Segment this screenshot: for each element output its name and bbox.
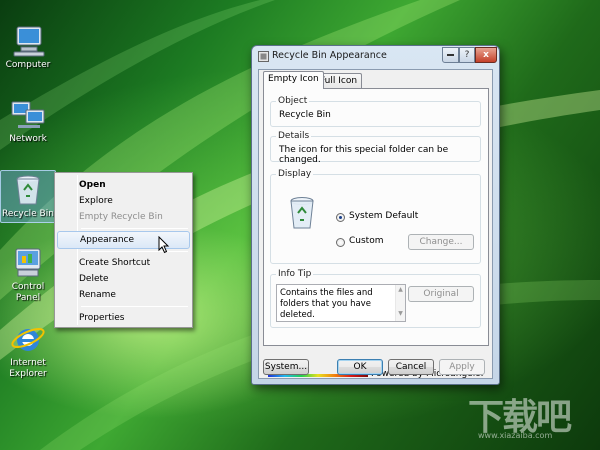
window-app-icon [258, 51, 269, 62]
desktop-icon-internet-explorer[interactable]: Internet Explorer [0, 322, 56, 380]
help-button[interactable]: ? [459, 47, 475, 63]
info-tip-label: Info Tip [276, 269, 314, 279]
window-client-area: Empty Icon Full Icon Object Recycle Bin … [258, 69, 493, 379]
change-button[interactable]: Change... [408, 234, 474, 250]
display-group: Display System Default Custom Change... [270, 169, 481, 264]
custom-label[interactable]: Custom [349, 236, 383, 246]
desktop-icon-label: Control Panel [11, 282, 45, 303]
menu-item-rename[interactable]: Rename [57, 286, 190, 304]
info-tip-scrollbar[interactable]: ▲ ▼ [395, 285, 405, 321]
apply-button[interactable]: Apply [439, 359, 485, 375]
custom-radio[interactable] [336, 238, 345, 247]
system-default-label[interactable]: System Default [349, 211, 418, 221]
menu-item-properties[interactable]: Properties [57, 309, 190, 327]
internet-explorer-icon [11, 327, 45, 351]
recycle-bin-preview-icon [290, 197, 314, 229]
object-value: Recycle Bin [279, 110, 331, 120]
selection-highlight: Recycle Bin [0, 170, 56, 223]
network-icon [11, 101, 45, 128]
scroll-up-icon: ▲ [398, 286, 403, 293]
object-label: Object [276, 96, 310, 106]
window-title: Recycle Bin Appearance [272, 50, 387, 61]
details-group: Details The icon for this special folder… [270, 131, 481, 165]
desktop-icon-network[interactable]: Network [0, 98, 56, 145]
recycle-bin-icon [16, 175, 40, 205]
desktop-icon-label: Internet Explorer [9, 358, 47, 379]
context-menu: Open Explore Empty Recycle Bin Appearanc… [54, 172, 193, 328]
system-default-radio[interactable] [336, 213, 345, 222]
cancel-button[interactable]: Cancel [388, 359, 434, 375]
info-tip-textarea[interactable]: Contains the files and folders that you … [276, 284, 406, 322]
menu-separator [81, 306, 188, 307]
desktop-icon-label: Recycle Bin [2, 209, 54, 219]
computer-icon [13, 26, 45, 57]
tab-panel: Object Recycle Bin Details The icon for … [263, 88, 489, 346]
minimize-icon [447, 53, 454, 56]
details-value: The icon for this special folder can be … [279, 145, 449, 165]
menu-item-appearance[interactable]: Appearance [57, 231, 190, 249]
desktop-icon-computer[interactable]: Computer [0, 24, 56, 71]
menu-separator [81, 228, 188, 229]
minimize-button[interactable] [442, 47, 459, 63]
title-bar[interactable]: Recycle Bin Appearance ? x [252, 46, 499, 66]
desktop-icon-label: Computer [5, 60, 51, 70]
close-button[interactable]: x [475, 47, 497, 63]
object-group: Object Recycle Bin [270, 96, 481, 127]
site-watermark-url: www.xiazaiba.com [478, 431, 553, 440]
ok-button[interactable]: OK [337, 359, 383, 375]
original-button[interactable]: Original [408, 286, 474, 302]
mouse-cursor-icon [158, 236, 170, 254]
info-tip-text: Contains the files and folders that you … [280, 288, 373, 320]
scroll-down-icon: ▼ [398, 310, 403, 317]
recycle-bin-appearance-window: Recycle Bin Appearance ? x Empty Icon Fu… [251, 45, 500, 385]
info-tip-group: Info Tip Contains the files and folders … [270, 269, 481, 328]
menu-separator [81, 251, 188, 252]
system-button[interactable]: System... [263, 359, 309, 375]
help-icon: ? [464, 50, 470, 60]
menu-item-empty-recycle-bin[interactable]: Empty Recycle Bin [57, 208, 190, 226]
display-label: Display [276, 169, 314, 179]
close-icon: x [483, 50, 489, 60]
desktop-icon-recycle-bin[interactable]: Recycle Bin [0, 170, 56, 223]
desktop-icon-control-panel[interactable]: Control Panel [0, 246, 56, 304]
control-panel-icon [15, 248, 41, 277]
tab-empty-icon[interactable]: Empty Icon [263, 71, 324, 89]
details-label: Details [276, 131, 312, 141]
desktop-icon-label: Network [9, 134, 47, 144]
